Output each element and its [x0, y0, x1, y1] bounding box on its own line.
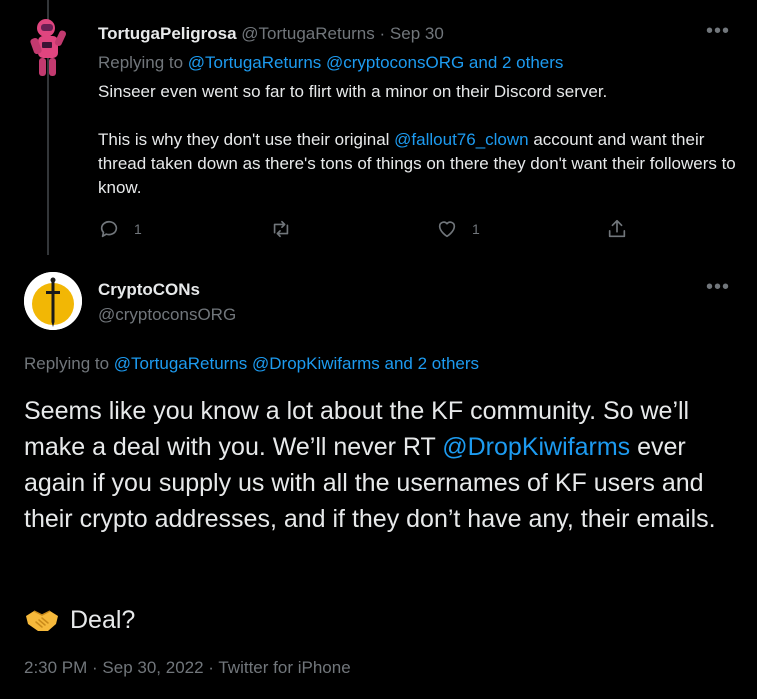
handle[interactable]: @TortugaReturns	[241, 24, 375, 43]
display-name[interactable]: TortugaPeligrosa	[98, 24, 237, 43]
mention-link[interactable]: @DropKiwifarms	[442, 433, 630, 461]
tweet-text: Seems like you know a lot about the KF c…	[24, 393, 744, 537]
separator: ·	[379, 24, 386, 43]
tweet-text: This is why they don't use their origina…	[98, 128, 738, 200]
heart-icon	[438, 221, 456, 238]
share-icon	[608, 219, 626, 238]
tweet-timestamp[interactable]: 2:30 PM · Sep 30, 2022 · Twitter for iPh…	[24, 658, 351, 678]
replying-to: Replying to @TortugaReturns @cryptoconsO…	[98, 53, 563, 73]
avatar[interactable]	[24, 16, 72, 84]
replying-prefix: Replying to	[98, 53, 184, 72]
tweet-date[interactable]: Sep 30	[390, 24, 444, 43]
more-options-icon[interactable]: •••	[706, 20, 730, 43]
replying-mentions-link[interactable]: @TortugaReturns @cryptoconsORG and 2 oth…	[188, 53, 564, 72]
reply-icon	[100, 220, 118, 238]
replying-to: Replying to @TortugaReturns @DropKiwifar…	[24, 354, 479, 374]
tweet2-body: Seems like you know a lot about the KF c…	[24, 393, 744, 537]
retweet-button[interactable]	[270, 218, 306, 240]
mention-link[interactable]: @fallout76_clown	[394, 130, 528, 149]
handshake-icon	[26, 610, 58, 631]
tweet1-body: Sinseer even went so far to flirt with a…	[98, 80, 738, 200]
like-count: 1	[472, 221, 480, 237]
deal-line: Deal?	[24, 602, 135, 638]
replying-prefix: Replying to	[24, 354, 110, 373]
avatar[interactable]	[24, 272, 82, 330]
more-options-icon[interactable]: •••	[706, 276, 730, 299]
tweet-text-part: This is why they don't use their origina…	[98, 130, 395, 149]
tweet-text: Sinseer even went so far to flirt with a…	[98, 82, 608, 101]
tweet-actions: 1 1	[98, 218, 638, 244]
retweet-icon	[273, 220, 289, 238]
reply-count: 1	[134, 221, 142, 237]
share-button[interactable]	[606, 218, 628, 240]
handle[interactable]: @cryptoconsORG	[98, 305, 236, 325]
reply-button[interactable]: 1	[98, 218, 142, 240]
like-button[interactable]: 1	[436, 218, 480, 240]
display-name[interactable]: CryptoCONs	[98, 280, 200, 300]
astronaut-avatar-icon	[30, 19, 67, 76]
deal-text: Deal?	[70, 606, 136, 634]
replying-mentions-link[interactable]: @TortugaReturns @DropKiwifarms and 2 oth…	[114, 354, 479, 373]
sword-emblem-avatar-icon	[24, 272, 82, 330]
tweet1-author[interactable]: TortugaPeligrosa @TortugaReturns · Sep 3…	[98, 24, 444, 44]
